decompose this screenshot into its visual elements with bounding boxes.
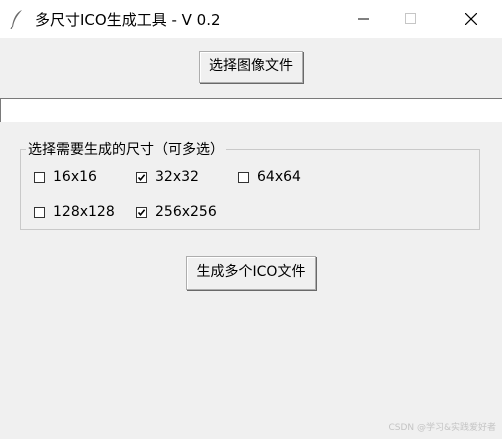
checkbox-box[interactable] [136, 171, 147, 183]
checkbox-box[interactable] [34, 171, 45, 183]
generate-ico-button[interactable]: 生成多个ICO文件 [186, 256, 316, 290]
title-bar[interactable]: 多尺寸ICO生成工具 - V 0.2 [0, 0, 502, 38]
choose-image-button[interactable]: 选择图像文件 [199, 51, 303, 83]
checkbox-label: 32x32 [155, 169, 199, 185]
close-button[interactable] [448, 0, 494, 38]
checkbox-256x256[interactable]: 256x256 [136, 202, 217, 222]
checkbox-label: 128x128 [53, 204, 115, 220]
maximize-icon [405, 13, 416, 24]
checkbox-box[interactable] [238, 171, 249, 183]
checkbox-64x64[interactable]: 64x64 [238, 167, 301, 187]
checkbox-label: 256x256 [155, 204, 217, 220]
checkbox-label: 16x16 [53, 169, 97, 185]
checkmark-icon [137, 173, 146, 181]
minimize-icon [358, 18, 369, 20]
close-icon [465, 13, 477, 25]
checkbox-box[interactable] [34, 206, 45, 218]
minimize-button[interactable] [341, 0, 387, 38]
checkbox-128x128[interactable]: 128x128 [34, 202, 115, 222]
app-window: 多尺寸ICO生成工具 - V 0.2 选择图像文件 选择需要生成的尺寸（可多选）… [0, 0, 502, 439]
window-title: 多尺寸ICO生成工具 - V 0.2 [35, 11, 221, 29]
checkmark-icon [137, 208, 146, 216]
checkbox-32x32[interactable]: 32x32 [136, 167, 199, 187]
sizes-group-label: 选择需要生成的尺寸（可多选） [26, 139, 226, 159]
feather-icon [8, 9, 26, 30]
watermark-text: CSDN @学习&实践爱好者 [388, 423, 496, 433]
file-path-input[interactable] [0, 98, 502, 122]
checkbox-16x16[interactable]: 16x16 [34, 167, 97, 187]
checkbox-label: 64x64 [257, 169, 301, 185]
maximize-button[interactable] [388, 0, 434, 38]
checkbox-box[interactable] [136, 206, 147, 218]
